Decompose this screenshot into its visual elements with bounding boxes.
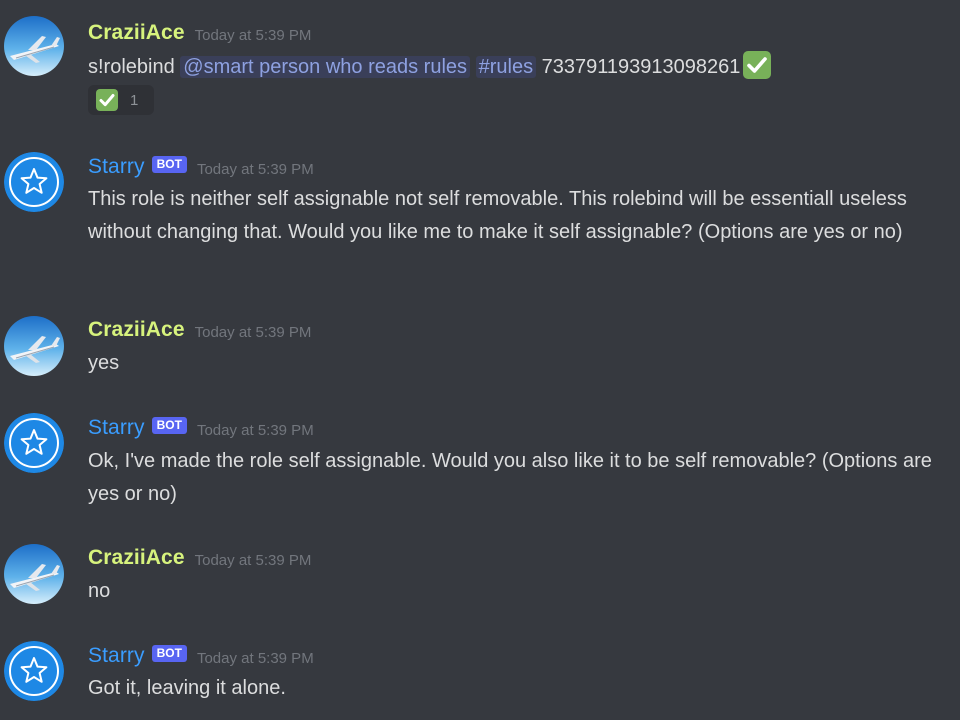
message-header: CraziiAce Today at 5:39 PM xyxy=(88,316,311,344)
bot-tag: BOT xyxy=(151,644,187,662)
check-mark-icon xyxy=(96,89,118,111)
username[interactable]: Starry xyxy=(88,416,145,440)
timestamp: Today at 5:39 PM xyxy=(196,421,314,439)
username[interactable]: CraziiAce xyxy=(88,21,185,45)
timestamp: Today at 5:39 PM xyxy=(194,26,312,44)
airplane-icon xyxy=(4,16,64,76)
chat-messages: CraziiAce Today at 5:39 PM s!rolebind @s… xyxy=(0,0,960,720)
star-icon xyxy=(4,641,64,701)
bot-tag: BOT xyxy=(151,155,187,173)
star-icon xyxy=(4,152,64,212)
avatar[interactable] xyxy=(4,16,64,76)
id-text: 733791193913098261 xyxy=(541,56,741,78)
avatar[interactable] xyxy=(4,316,64,376)
username[interactable]: Starry xyxy=(88,155,145,179)
message-header: Starry BOT Today at 5:39 PM xyxy=(88,642,314,670)
timestamp: Today at 5:39 PM xyxy=(194,323,312,341)
username[interactable]: Starry xyxy=(88,644,145,668)
avatar[interactable] xyxy=(4,413,64,473)
avatar[interactable] xyxy=(4,152,64,212)
message-content: Ok, I've made the role self assignable. … xyxy=(88,450,932,505)
username[interactable]: CraziiAce xyxy=(88,546,185,570)
message-header: Starry BOT Today at 5:39 PM xyxy=(88,414,314,442)
check-mark-icon xyxy=(743,51,772,79)
timestamp: Today at 5:39 PM xyxy=(196,160,314,178)
avatar[interactable] xyxy=(4,641,64,701)
message-header: CraziiAce Today at 5:39 PM xyxy=(88,544,311,572)
message-content: yes xyxy=(88,352,120,374)
reaction-button[interactable]: 1 xyxy=(88,85,154,115)
avatar[interactable] xyxy=(4,544,64,604)
message-header: CraziiAce Today at 5:39 PM xyxy=(88,19,311,47)
timestamp: Today at 5:39 PM xyxy=(194,551,312,569)
bot-tag: BOT xyxy=(151,416,187,434)
role-mention[interactable]: @smart person who reads rules xyxy=(180,56,471,78)
channel-mention[interactable]: #rules xyxy=(475,56,537,78)
star-icon xyxy=(4,413,64,473)
message-content: Got it, leaving it alone. xyxy=(88,677,286,699)
message-content: This role is neither self assignable not… xyxy=(88,188,907,243)
message-content: no xyxy=(88,580,111,602)
message-header: Starry BOT Today at 5:39 PM xyxy=(88,153,314,181)
reaction-count: 1 xyxy=(130,91,139,109)
timestamp: Today at 5:39 PM xyxy=(196,649,314,667)
message-content: s!rolebind @smart person who reads rules… xyxy=(88,51,950,84)
airplane-icon xyxy=(4,544,64,604)
command-text: s!rolebind xyxy=(88,56,175,78)
username[interactable]: CraziiAce xyxy=(88,318,185,342)
airplane-icon xyxy=(4,316,64,376)
